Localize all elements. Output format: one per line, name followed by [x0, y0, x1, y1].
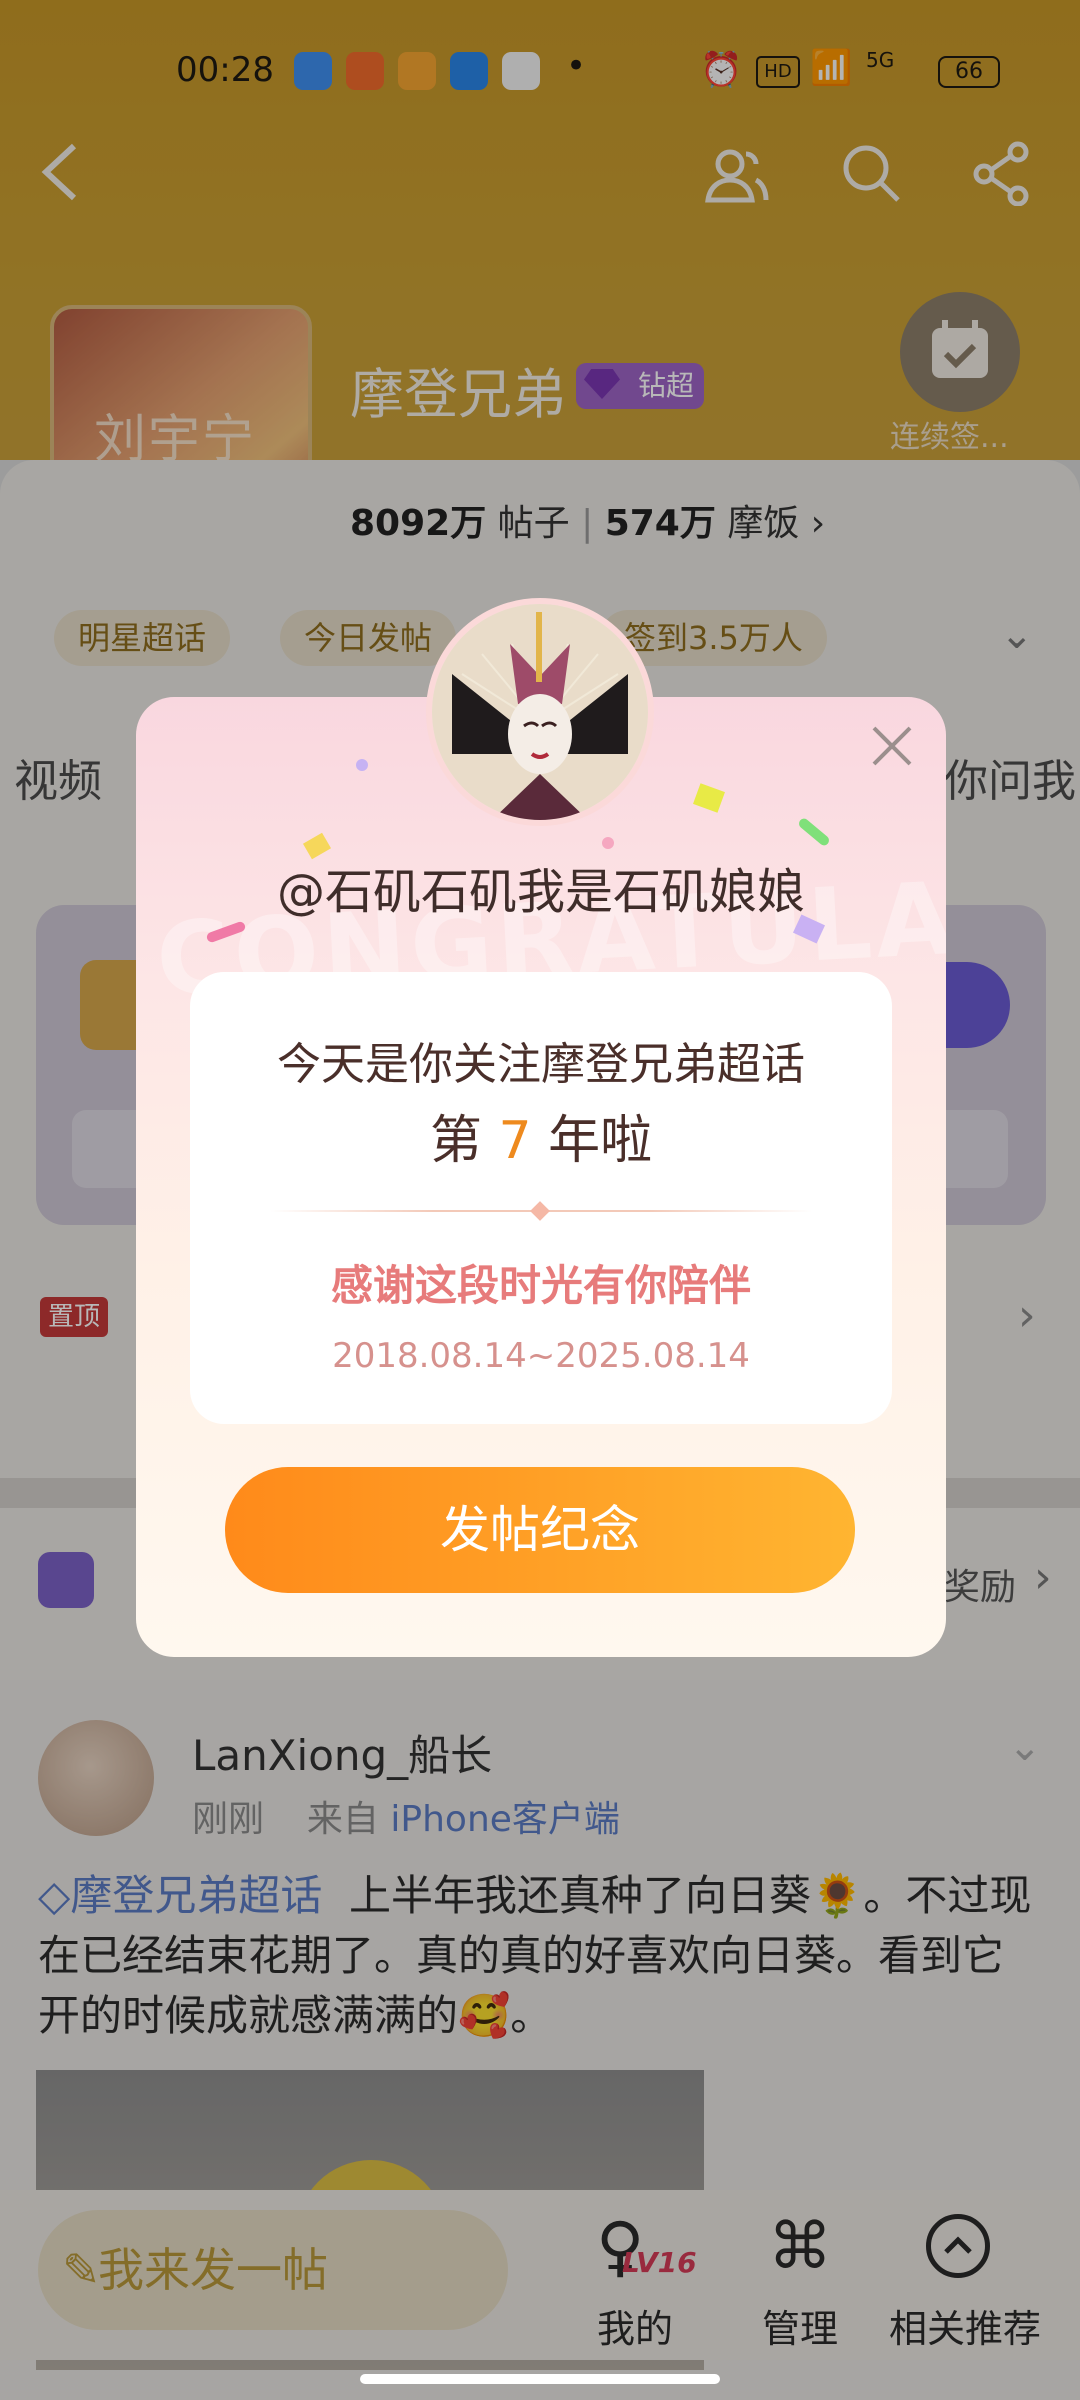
close-icon[interactable] — [868, 722, 916, 780]
modal-user-avatar — [426, 598, 654, 826]
modal-user-handle: @石矶石矶我是石矶娘娘 — [276, 864, 805, 920]
years-count: 7 — [498, 1111, 532, 1171]
years-message: 第 7 年啦 — [190, 1098, 892, 1173]
post-commemoration-button[interactable]: 发帖纪念 — [225, 1467, 855, 1593]
thanks-message: 感谢这段时光有你陪伴 — [330, 1261, 751, 1310]
confetti — [356, 759, 368, 771]
years-suffix: 年啦 — [548, 1111, 653, 1171]
follow-message: 今天是你关注摩登兄弟超话 — [277, 1039, 805, 1090]
confetti — [693, 783, 725, 813]
years-prefix: 第 — [429, 1111, 482, 1171]
confetti — [602, 837, 614, 849]
confetti — [796, 816, 832, 848]
follow-date-range: 2018.08.14~2025.08.14 — [332, 1336, 750, 1376]
home-indicator[interactable] — [360, 2374, 720, 2384]
